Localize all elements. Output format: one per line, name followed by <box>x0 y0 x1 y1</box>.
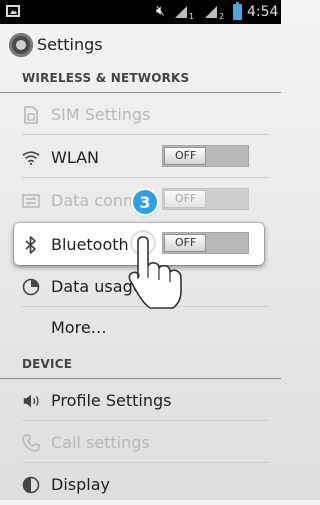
toggle-knob: OFF <box>164 190 206 208</box>
settings-item-label: Display <box>51 475 110 494</box>
section-header-label: DEVICE <box>22 357 73 371</box>
pointing-hand-icon <box>128 236 182 309</box>
section-header-label: WIRELESS & NETWORKS <box>22 71 190 85</box>
settings-item-call[interactable]: Call settings <box>0 421 281 463</box>
gallery-notification-icon <box>6 5 20 17</box>
settings-item-wlan[interactable]: WLAN OFF <box>0 136 281 178</box>
sim-card-icon <box>22 106 40 124</box>
settings-item-label: Bluetooth <box>51 235 129 254</box>
wifi-icon <box>22 149 40 167</box>
settings-item-sim[interactable]: SIM Settings <box>0 93 281 135</box>
section-header-device: DEVICE <box>0 352 281 379</box>
signal-sim1-icon <box>175 6 187 18</box>
data-connection-toggle[interactable]: OFF <box>162 188 249 210</box>
settings-item-label: More… <box>51 318 107 337</box>
toggle-knob: OFF <box>164 147 206 165</box>
section-header-wireless: WIRELESS & NETWORKS <box>0 66 281 93</box>
status-bar: 🔇︎ 1 2 4:54 <box>0 0 281 24</box>
settings-app-icon[interactable] <box>9 33 33 57</box>
settings-item-label: Call settings <box>51 433 150 452</box>
settings-item-profile[interactable]: Profile Settings <box>0 379 281 421</box>
battery-icon <box>233 2 242 20</box>
speaker-icon <box>22 392 40 410</box>
toggle-state: OFF <box>175 149 197 162</box>
sim1-indicator: 1 <box>189 12 195 21</box>
page-title: Settings <box>37 35 103 54</box>
sim2-indicator: 2 <box>219 12 225 21</box>
clock: 4:54 <box>247 4 279 20</box>
display-icon <box>22 476 40 494</box>
signal-sim2-icon <box>205 6 217 18</box>
tutorial-step-badge: 3 <box>133 190 157 214</box>
divider <box>22 134 269 135</box>
settings-item-label: SIM Settings <box>51 105 151 124</box>
divider <box>22 177 269 178</box>
settings-item-label: Data conne <box>51 191 143 210</box>
toggle-state: OFF <box>175 192 197 205</box>
settings-item-more[interactable]: More… <box>0 306 281 348</box>
bluetooth-icon <box>22 236 40 254</box>
settings-item-label: WLAN <box>51 148 100 167</box>
data-connection-icon <box>22 192 40 210</box>
mute-icon: 🔇︎ <box>156 3 165 19</box>
phone-icon <box>22 434 40 452</box>
wlan-toggle[interactable]: OFF <box>162 145 249 167</box>
pie-chart-icon <box>22 278 40 296</box>
settings-item-display[interactable]: Display <box>0 463 281 505</box>
action-bar: Settings <box>0 24 281 64</box>
settings-item-label: Profile Settings <box>51 391 172 410</box>
